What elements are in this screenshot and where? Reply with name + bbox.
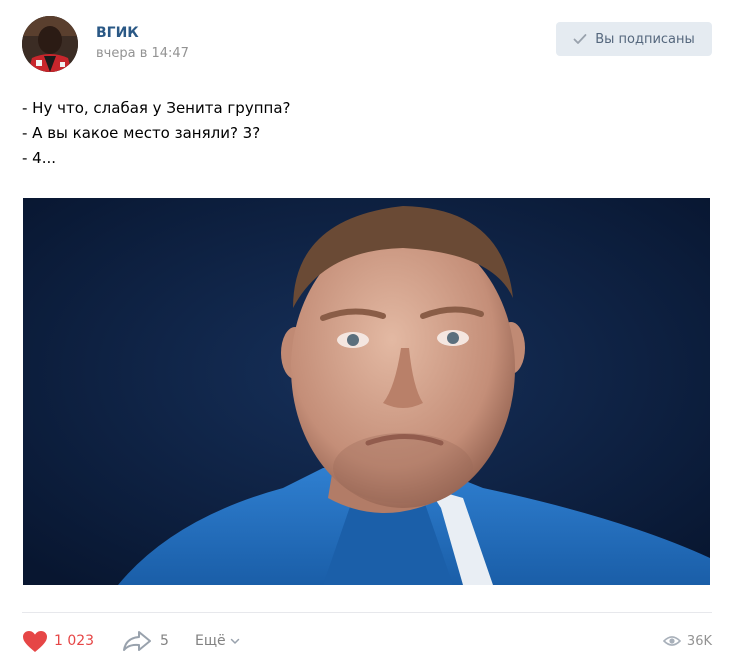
chevron-down-icon [230, 638, 240, 645]
like-count: 1 023 [54, 633, 95, 649]
avatar-image [22, 16, 78, 72]
share-count: 5 [160, 633, 169, 649]
subscribed-button-label: Вы подписаны [595, 31, 695, 47]
more-label: Ещё [195, 633, 226, 649]
eye-icon [662, 635, 681, 647]
post-text-line: - А вы какое место заняли? 3? [22, 124, 261, 142]
share-button[interactable]: 5 [122, 628, 169, 654]
views-counter: 36K [662, 628, 712, 654]
like-button[interactable]: 1 023 [22, 628, 94, 654]
author-avatar[interactable] [22, 16, 78, 72]
author-name[interactable]: ВГИК [96, 25, 139, 41]
post-text-line: - 4... [22, 149, 57, 167]
subscribed-button[interactable]: Вы подписаны [556, 22, 712, 56]
heart-icon [22, 630, 48, 653]
post-text-line: - Ну что, слабая у Зенита группа? [22, 99, 291, 117]
divider [22, 612, 712, 613]
post-text: - Ну что, слабая у Зенита группа? - А вы… [22, 96, 290, 171]
post-photo[interactable] [23, 198, 710, 585]
post-time[interactable]: вчера в 14:47 [96, 46, 189, 61]
photo-image [23, 198, 710, 585]
share-arrow-icon [122, 630, 152, 652]
wall-post: ВГИК вчера в 14:47 Вы подписаны - Ну что… [0, 0, 730, 662]
views-count: 36K [686, 633, 712, 649]
check-icon [573, 33, 587, 45]
more-button[interactable]: Ещё [195, 628, 240, 654]
